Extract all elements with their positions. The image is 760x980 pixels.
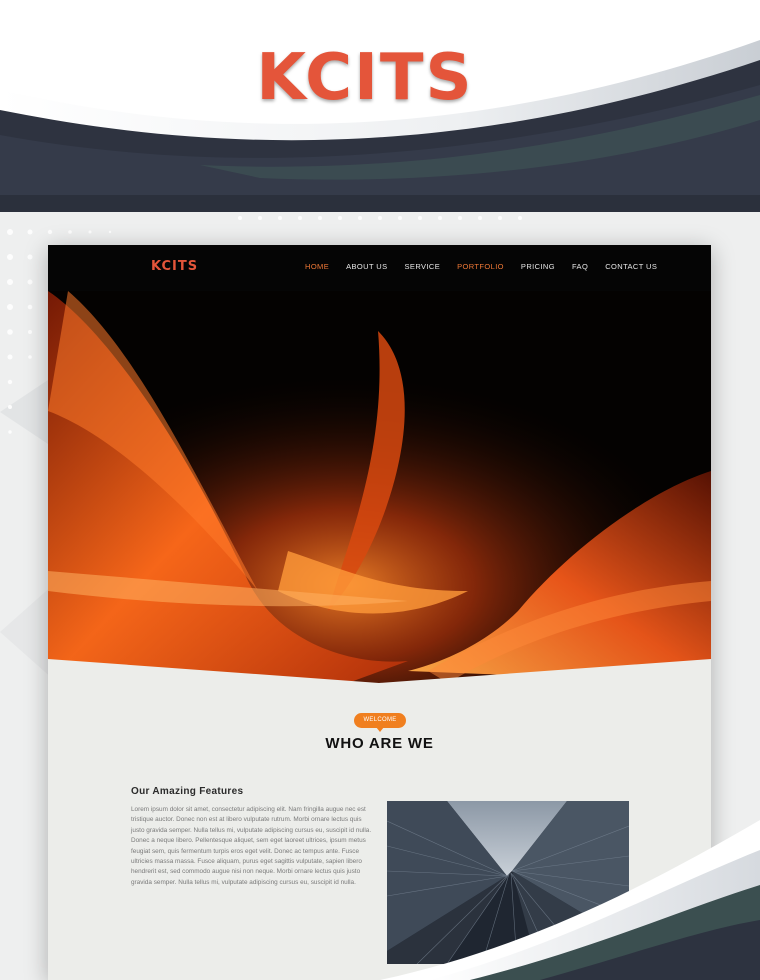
features-body: Lorem ipsum dolor sit amet, consectetur … — [131, 806, 372, 886]
nav-item-service[interactable]: SERVICE — [405, 262, 441, 271]
nav-item-pricing[interactable]: PRICING — [521, 262, 555, 271]
top-banner: KCITS — [0, 0, 760, 215]
building-image — [387, 801, 629, 964]
building-photo — [387, 801, 629, 964]
section-title: WHO ARE WE — [325, 735, 434, 752]
navbar: KCITS HOME ABOUT US SERVICE PORTFOLIO PR… — [48, 245, 711, 291]
welcome-badge: WELCOME — [354, 713, 406, 728]
nav-item-contact-us[interactable]: CONTACT US — [605, 262, 657, 271]
welcome-badge-tail — [376, 727, 384, 732]
hero-abstract-flame — [48, 291, 711, 683]
nav-menu: HOME ABOUT US SERVICE PORTFOLIO PRICING … — [305, 262, 674, 271]
hero-image — [48, 291, 711, 683]
nav-item-about-us[interactable]: ABOUT US — [346, 262, 387, 271]
nav-item-faq[interactable]: FAQ — [572, 262, 588, 271]
features-title: Our Amazing Features — [131, 786, 244, 797]
nav-item-home[interactable]: HOME — [305, 262, 329, 271]
nav-item-portfolio[interactable]: PORTFOLIO — [457, 262, 504, 271]
nav-logo[interactable]: KCITS — [151, 259, 198, 274]
brand-logo-text: KCITS — [256, 41, 474, 115]
website-mockup: KCITS HOME ABOUT US SERVICE PORTFOLIO PR… — [48, 245, 711, 980]
brand-logo: KCITS — [250, 42, 480, 114]
